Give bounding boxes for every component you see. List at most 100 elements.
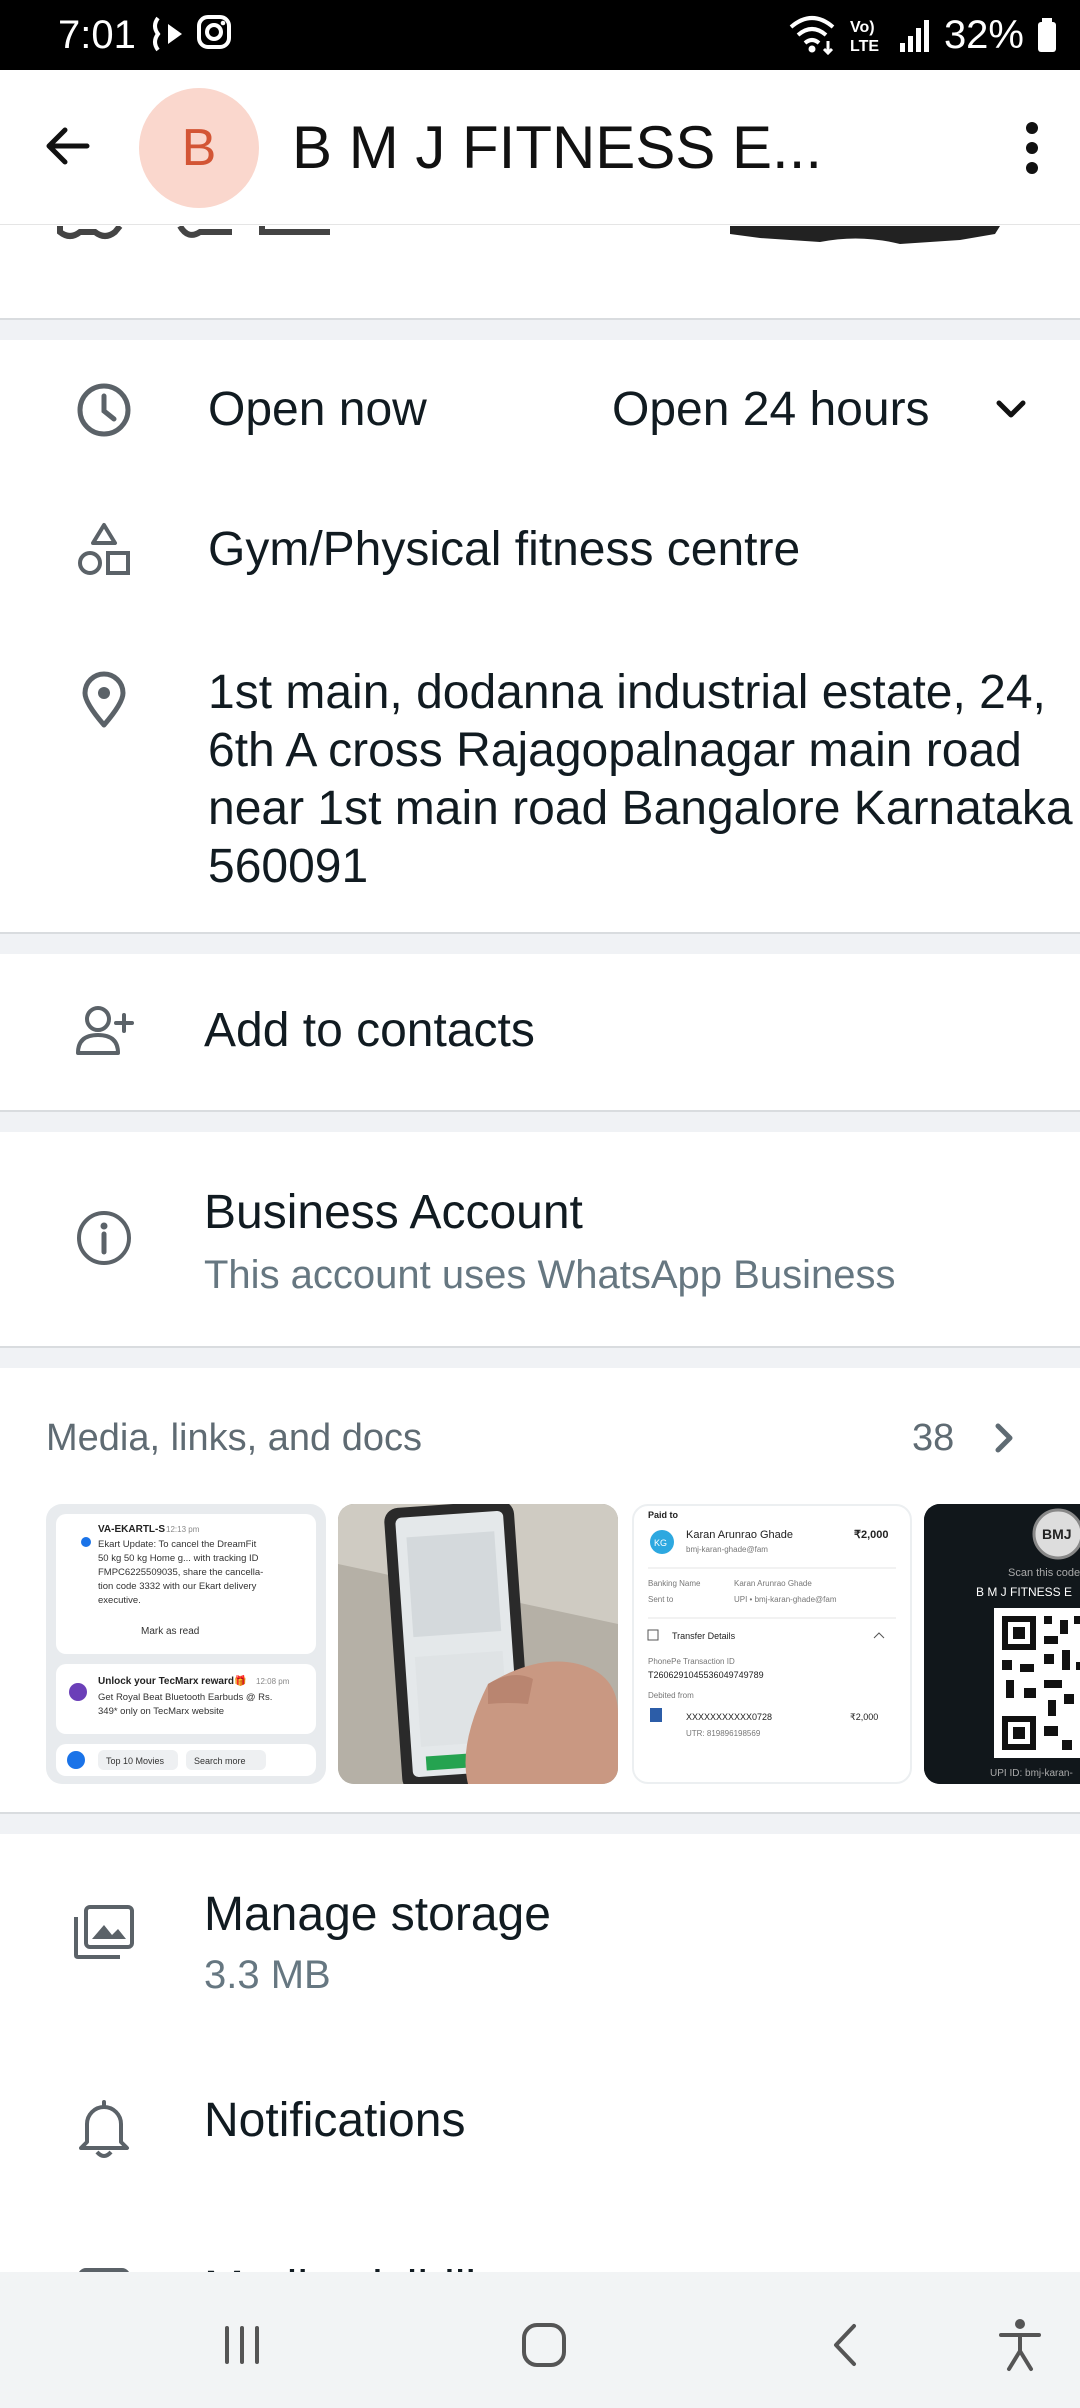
payee-upi: bmj-karan-ghade@fam xyxy=(686,1545,768,1554)
separator xyxy=(0,932,1080,954)
business-account-row[interactable]: Business Account This account uses Whats… xyxy=(0,1132,1080,1346)
paid-amount: ₹2,000 xyxy=(854,1529,889,1541)
app-bar: B B M J FITNESS E... xyxy=(0,70,1080,225)
payee-initials: KG xyxy=(654,1538,667,1548)
system-back-button[interactable] xyxy=(812,2310,882,2380)
svg-text:tion code 3332 with our Ekart: tion code 3332 with our Ekart delivery xyxy=(98,1581,257,1592)
notifications-row[interactable]: Notifications xyxy=(0,2030,1080,2220)
media-visibility-row[interactable]: Media visibility xyxy=(0,2240,1080,2272)
more-vert-icon xyxy=(1026,122,1038,174)
home-icon xyxy=(522,2323,566,2367)
recent-apps-icon xyxy=(225,2326,259,2364)
account-number: XXXXXXXXXXX0728 xyxy=(686,1712,772,1722)
sent-to: UPI • bmj-karan-ghade@fam xyxy=(734,1595,837,1604)
media-visibility-icon xyxy=(68,2258,140,2272)
txn-id: T2606291045536049749789 xyxy=(648,1670,764,1680)
utr-number: UTR: 819896198569 xyxy=(686,1729,761,1738)
cover-image-strip xyxy=(0,226,1080,318)
separator xyxy=(0,1346,1080,1368)
add-to-contacts-row[interactable]: Add to contacts xyxy=(0,954,1080,1110)
svg-text:FMPC6225509035, share the canc: FMPC6225509035, share the cancella- xyxy=(98,1567,263,1578)
debited-label: Debited from xyxy=(648,1691,694,1700)
accessibility-button[interactable] xyxy=(985,2310,1055,2380)
manage-storage-row[interactable]: Manage storage 3.3 MB xyxy=(0,1834,1080,2030)
separator xyxy=(0,1812,1080,1834)
separator xyxy=(0,318,1080,340)
status-right-icons: Vo) LTE 32% xyxy=(788,12,1058,58)
battery-icon xyxy=(1038,18,1056,52)
cover-image xyxy=(57,226,1000,244)
manage-storage-title: Manage storage xyxy=(204,1888,551,1941)
recent-apps-button[interactable] xyxy=(207,2310,277,2380)
signal-icon xyxy=(899,20,929,52)
logo-text: BMJ xyxy=(1042,1526,1072,1542)
contact-title[interactable]: B M J FITNESS E... xyxy=(292,110,822,186)
chip-1: Top 10 Movies xyxy=(106,1756,165,1766)
add-to-contacts-label: Add to contacts xyxy=(204,1004,535,1057)
category-row: Gym/Physical fitness centre xyxy=(0,480,1080,620)
svg-text:LTE: LTE xyxy=(850,38,879,55)
media-thumbnail[interactable] xyxy=(338,1504,618,1784)
accessibility-icon xyxy=(999,2319,1041,2371)
media-links-docs-header[interactable]: Media, links, and docs xyxy=(46,1410,422,1466)
transfer-details: Transfer Details xyxy=(672,1631,736,1641)
media-thumbnail[interactable]: VA-EKARTL-S 12:13 pm Ekart Update: To ca… xyxy=(46,1504,326,1784)
promo-title: Unlock your TecMarx reward🎁 xyxy=(98,1674,246,1687)
sent-to-label: Sent to xyxy=(648,1595,674,1604)
separator xyxy=(0,1110,1080,1132)
category-shapes-icon xyxy=(68,514,140,586)
status-time: 7:01 xyxy=(58,13,136,57)
notif-sender: VA-EKARTL-S xyxy=(98,1524,165,1535)
storage-size: 3.3 MB xyxy=(204,1953,331,1997)
opening-hours: Open 24 hours xyxy=(612,383,930,436)
talkback-icon xyxy=(153,16,182,52)
media-thumbnail[interactable]: Paid to KG Karan Arunrao Ghade ₹2,000 bm… xyxy=(632,1504,912,1784)
paid-to-label: Paid to xyxy=(648,1510,679,1520)
back-button[interactable] xyxy=(36,114,100,178)
notif-action: Mark as read xyxy=(141,1626,199,1637)
upi-id: UPI ID: bmj-karan- xyxy=(990,1768,1073,1779)
hours-row[interactable]: Open now Open 24 hours xyxy=(0,340,1080,480)
avatar[interactable]: B xyxy=(139,88,259,208)
instagram-icon xyxy=(197,15,231,49)
arrow-back-icon xyxy=(46,127,90,165)
chevron-left-icon xyxy=(834,2324,856,2366)
info-icon xyxy=(68,1202,140,1274)
scan-text: Scan this code xyxy=(1008,1567,1080,1579)
chevron-right-icon[interactable] xyxy=(978,1412,1030,1464)
media-thumbnail[interactable]: BMJ Scan this code B M J FITNESS E UPI I… xyxy=(924,1504,1080,1784)
photo-library-icon xyxy=(68,1896,140,1968)
txn-label: PhonePe Transaction ID xyxy=(648,1657,735,1666)
system-nav-bar xyxy=(0,2272,1080,2408)
media-visibility-title: Media visibility xyxy=(204,2260,513,2272)
business-account-title: Business Account xyxy=(204,1186,583,1239)
svg-text:executive.: executive. xyxy=(98,1595,141,1606)
open-status: Open now xyxy=(208,383,427,436)
banking-name-label: Banking Name xyxy=(648,1579,701,1588)
volte-icon: Vo) LTE xyxy=(850,19,879,55)
svg-text:349* only on TecMarx website: 349* only on TecMarx website xyxy=(98,1706,224,1717)
address-row[interactable]: 1st main, dodanna industrial estate, 24,… xyxy=(0,640,1080,900)
svg-text:Get Royal Beat Bluetooth Earbu: Get Royal Beat Bluetooth Earbuds @ Rs. xyxy=(98,1692,272,1703)
battery-percent: 32% xyxy=(943,13,1024,57)
account-amount: ₹2,000 xyxy=(850,1712,878,1722)
payee-name: Karan Arunrao Ghade xyxy=(686,1529,793,1541)
banking-name: Karan Arunrao Ghade xyxy=(734,1579,812,1588)
notifications-title: Notifications xyxy=(204,2094,466,2147)
chip-2: Search more xyxy=(194,1756,246,1766)
wifi-icon xyxy=(789,16,835,55)
business-account-subtitle: This account uses WhatsApp Business xyxy=(204,1253,896,1297)
svg-text:Vo): Vo) xyxy=(850,19,875,36)
clock-icon xyxy=(68,374,140,446)
svg-text:50 kg 50 kg Home g... with tra: 50 kg 50 kg Home g... with tracking ID xyxy=(98,1553,259,1564)
media-count[interactable]: 38 xyxy=(912,1410,954,1466)
promo-time: 12:08 pm xyxy=(256,1677,290,1686)
more-options-button[interactable] xyxy=(1000,110,1064,186)
chevron-down-icon[interactable] xyxy=(984,382,1038,436)
status-bar: 7:01 Vo) LTE 32% xyxy=(0,0,1080,70)
business-address-link[interactable]: 1st main, dodanna industrial estate, 24,… xyxy=(208,664,1078,896)
home-button[interactable] xyxy=(509,2310,579,2380)
notif-time: 12:13 pm xyxy=(166,1525,200,1534)
qr-business-name: B M J FITNESS E xyxy=(976,1585,1072,1599)
location-pin-icon xyxy=(68,664,140,736)
